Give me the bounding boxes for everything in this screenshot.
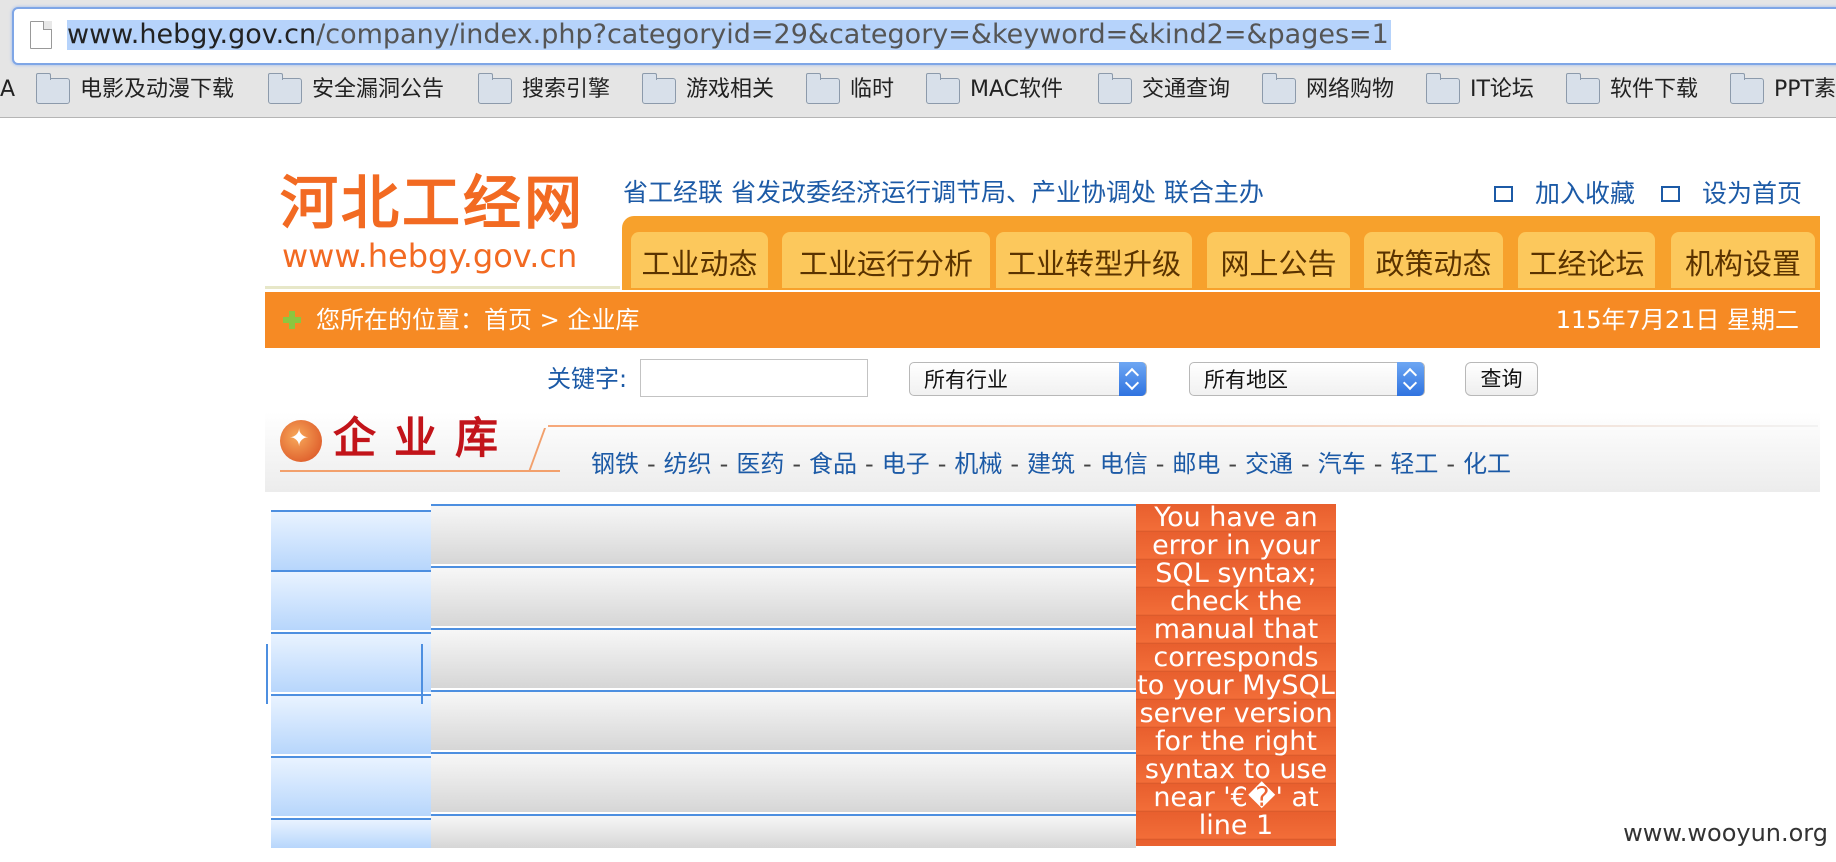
site-logo-url[interactable]: www.hebgy.gov.cn — [282, 238, 577, 274]
bookmark-label: MAC软件 — [970, 77, 1064, 102]
industry-food[interactable]: 食品 — [809, 450, 857, 478]
folder-icon — [1262, 73, 1296, 104]
table-cell-main — [431, 752, 1136, 812]
bookmark-label: PPT素 — [1774, 77, 1836, 102]
industry-transport[interactable]: 交通 — [1245, 450, 1293, 478]
nav-announcements[interactable]: 网上公告 — [1207, 232, 1350, 288]
nav-organization[interactable]: 机构设置 — [1671, 232, 1815, 288]
browser-chrome: www.hebgy.gov.cn/company/index.php?categ… — [0, 0, 1836, 118]
library-bar-line — [548, 425, 1818, 427]
query-button[interactable]: 查询 — [1465, 362, 1538, 396]
home-icon — [1660, 186, 1680, 202]
industry-machinery[interactable]: 机械 — [954, 450, 1002, 478]
bookmark-label: 电影及动漫下载 — [80, 77, 235, 102]
table-cell-main — [431, 690, 1136, 750]
sponsor-text: 省工经联 省发改委经济运行调节局、产业协调处 联合主办 — [623, 178, 1264, 207]
folder-icon — [1426, 73, 1460, 104]
watermark: www.wooyun.org — [1623, 819, 1828, 847]
industry-textile[interactable]: 纺织 — [664, 450, 712, 478]
industry-select[interactable]: 所有行业 — [909, 362, 1147, 396]
page-icon — [30, 21, 52, 49]
table-cell-left — [271, 570, 431, 630]
industry-auto[interactable]: 汽车 — [1318, 450, 1366, 478]
bookmark-label: 交通查询 — [1142, 77, 1231, 102]
industry-select-value: 所有行业 — [924, 368, 1008, 392]
folder-icon — [1566, 73, 1600, 104]
bookmark-label: 网络购物 — [1306, 77, 1395, 102]
industry-links: 钢铁 - 纺织 - 医药 - 食品 - 电子 - 机械 - 建筑 - 电信 - 邮电 - 交通 - 汽车 - 轻工 - 化工 — [591, 450, 1512, 478]
industry-light[interactable]: 轻工 — [1390, 450, 1438, 478]
bookmark-label: 软件下载 — [1610, 77, 1699, 102]
folder-icon — [926, 73, 960, 104]
industry-pharma[interactable]: 医药 — [736, 450, 784, 478]
bookmark-label: 游戏相关 — [686, 77, 775, 102]
table-cell-left — [271, 818, 431, 848]
folder-icon — [268, 73, 302, 104]
table-cell-main — [431, 814, 1136, 848]
table-cell-left — [271, 510, 431, 570]
select-arrows-icon — [1119, 362, 1146, 396]
nav-policy[interactable]: 政策动态 — [1364, 232, 1503, 288]
industry-post[interactable]: 邮电 — [1172, 450, 1220, 478]
top-links: 加入收藏 设为首页 — [1494, 176, 1802, 211]
keyword-input[interactable] — [640, 359, 868, 397]
library-badge-icon — [280, 420, 322, 462]
keyword-label: 关键字: — [547, 365, 628, 393]
folder-icon — [1730, 73, 1764, 104]
folder-icon — [806, 73, 840, 104]
region-select-value: 所有地区 — [1204, 368, 1288, 392]
nav-forum[interactable]: 工经论坛 — [1518, 232, 1655, 288]
industry-telecom[interactable]: 电信 — [1100, 450, 1148, 478]
mail-icon — [1494, 186, 1514, 202]
industry-construction[interactable]: 建筑 — [1027, 450, 1075, 478]
add-favorite-link[interactable]: 加入收藏 — [1535, 179, 1635, 208]
table-cell-left — [271, 756, 431, 816]
folder-icon — [642, 73, 676, 104]
region-select[interactable]: 所有地区 — [1189, 362, 1425, 396]
plus-icon — [283, 311, 301, 329]
table-cell-frame — [266, 644, 423, 704]
bookmark-label: 安全漏洞公告 — [312, 77, 445, 102]
nav-transformation[interactable]: 工业转型升级 — [996, 232, 1192, 288]
breadcrumb[interactable]: 您所在的位置：首页 > 企业库 — [316, 305, 639, 335]
library-underline — [280, 470, 560, 472]
table-cell-main — [431, 628, 1136, 688]
set-home-link[interactable]: 设为首页 — [1702, 179, 1802, 208]
table-cell-main — [431, 566, 1136, 626]
sql-error-message: You have an error in your SQL syntax; ch… — [1137, 502, 1335, 841]
bookmark-label: 临时 — [850, 77, 895, 102]
url-path: /company/index.php?categoryid=29&categor… — [316, 19, 1389, 50]
nav-industry-news[interactable]: 工业动态 — [631, 232, 768, 288]
bookmark-label: 搜索引擎 — [522, 77, 611, 102]
industry-steel[interactable]: 钢铁 — [591, 450, 639, 478]
bookmark-edge: A — [0, 77, 16, 102]
url-host: www.hebgy.gov.cn — [67, 19, 317, 50]
bookmarks-bar: A 电影及动漫下载 安全漏洞公告 搜索引擎 游戏相关 临时 MAC软件 交通查询… — [0, 72, 1836, 108]
site-logo-cn[interactable]: 河北工经网 — [280, 170, 585, 236]
current-date: 115年7月21日 星期二 — [1555, 306, 1799, 334]
table-cell-main — [431, 504, 1136, 564]
logo-divider — [265, 286, 620, 289]
industry-chemical[interactable]: 化工 — [1463, 450, 1511, 478]
address-bar[interactable]: www.hebgy.gov.cn/company/index.php?categ… — [12, 7, 1836, 65]
nav-operation-analysis[interactable]: 工业运行分析 — [782, 232, 990, 288]
industry-electronics[interactable]: 电子 — [882, 450, 930, 478]
folder-icon — [1098, 73, 1132, 104]
library-title: 企业库 — [333, 414, 516, 464]
folder-icon — [36, 73, 70, 104]
bookmark-label: IT论坛 — [1470, 77, 1534, 102]
select-arrows-icon — [1397, 362, 1424, 396]
folder-icon — [478, 73, 512, 104]
address-url[interactable]: www.hebgy.gov.cn/company/index.php?categ… — [67, 20, 1391, 50]
